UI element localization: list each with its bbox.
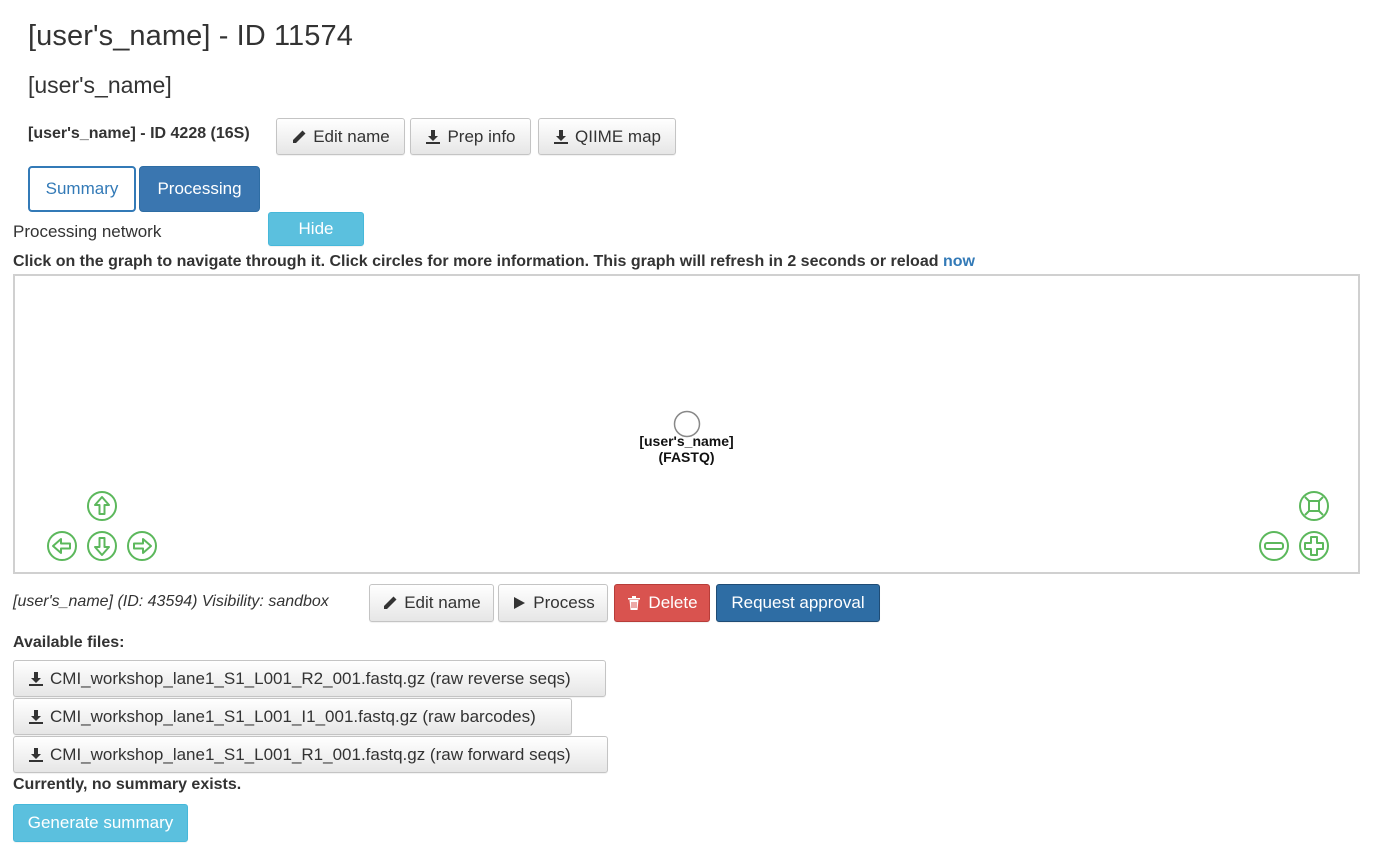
- delete-button[interactable]: Delete: [614, 584, 710, 622]
- download-icon: [29, 709, 43, 724]
- download-icon: [426, 129, 441, 144]
- graph-hint: Click on the graph to navigate through i…: [13, 253, 975, 271]
- process-label: Process: [533, 593, 595, 612]
- pan-down-icon[interactable]: [86, 530, 118, 562]
- available-files-heading: Available files:: [13, 634, 125, 651]
- download-icon: [29, 671, 43, 686]
- hide-network-button[interactable]: Hide: [268, 212, 364, 246]
- prep-info-label: Prep info: [447, 126, 516, 146]
- edit-artifact-name-label: Edit name: [404, 593, 481, 612]
- graph-hint-text: Click on the graph to navigate through i…: [13, 253, 943, 270]
- no-summary-text: Currently, no summary exists.: [13, 776, 242, 793]
- prep-info-button[interactable]: Prep info: [410, 118, 531, 155]
- file-name: CMI_workshop_lane1_S1_L001_R2_001.fastq.…: [50, 668, 571, 688]
- download-file-button[interactable]: CMI_workshop_lane1_S1_L001_R2_001.fastq.…: [13, 660, 606, 697]
- generate-summary-button[interactable]: Generate summary: [13, 804, 188, 842]
- pan-right-icon[interactable]: [126, 530, 158, 562]
- pencil-icon: [293, 130, 306, 143]
- pan-left-icon[interactable]: [46, 530, 78, 562]
- file-name: CMI_workshop_lane1_S1_L001_R1_001.fastq.…: [50, 744, 571, 764]
- edit-prep-name-label: Edit name: [313, 126, 390, 146]
- study-subtitle: [user's_name]: [28, 72, 172, 98]
- page-title: [user's_name] - ID 11574: [28, 20, 353, 52]
- trash-icon: [628, 596, 641, 610]
- graph-node-label: [user's_name] (FASTQ): [15, 433, 1358, 465]
- qiime-map-button[interactable]: QIIME map: [538, 118, 676, 155]
- tab-summary[interactable]: Summary: [28, 166, 136, 212]
- reload-now-link[interactable]: now: [943, 253, 975, 270]
- graph-node-type: (FASTQ): [658, 449, 715, 465]
- edit-prep-name-button[interactable]: Edit name: [276, 118, 405, 155]
- qiime-map-label: QIIME map: [575, 126, 661, 146]
- zoom-in-icon[interactable]: [1298, 530, 1330, 562]
- processing-network-graph[interactable]: [user's_name] (FASTQ): [13, 274, 1360, 574]
- pencil-icon: [384, 596, 397, 609]
- edit-artifact-name-button[interactable]: Edit name: [369, 584, 494, 622]
- zoom-out-icon[interactable]: [1258, 530, 1290, 562]
- download-icon: [29, 747, 43, 762]
- processing-network-label: Processing network: [13, 222, 162, 241]
- prep-label: [user's_name] - ID 4228 (16S): [28, 125, 250, 142]
- zoom-extend-icon[interactable]: [1298, 490, 1330, 522]
- download-icon: [554, 129, 569, 144]
- download-file-button[interactable]: CMI_workshop_lane1_S1_L001_I1_001.fastq.…: [13, 698, 572, 735]
- process-button[interactable]: Process: [498, 584, 608, 622]
- request-approval-button[interactable]: Request approval: [716, 584, 880, 622]
- play-icon: [514, 597, 526, 609]
- delete-label: Delete: [648, 593, 698, 612]
- graph-node-name: [user's_name]: [639, 433, 734, 449]
- pan-up-icon[interactable]: [86, 490, 118, 522]
- download-file-button[interactable]: CMI_workshop_lane1_S1_L001_R1_001.fastq.…: [13, 736, 608, 773]
- artifact-info: [user's_name] (ID: 43594) Visibility: sa…: [13, 593, 329, 610]
- tab-processing[interactable]: Processing: [139, 166, 260, 212]
- file-name: CMI_workshop_lane1_S1_L001_I1_001.fastq.…: [50, 706, 536, 726]
